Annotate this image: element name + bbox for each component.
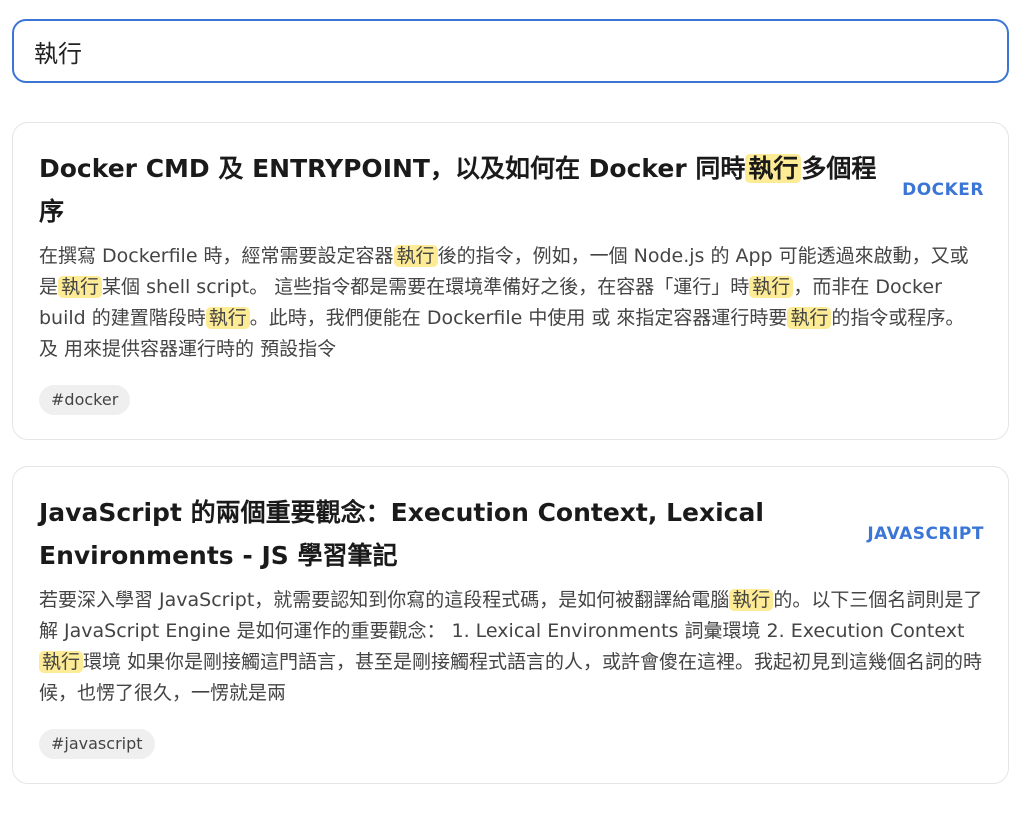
result-excerpt: 若要深入學習 JavaScript，就需要認知到你寫的這段程式碼，是如何被翻譯給…: [39, 585, 987, 709]
result-card-header: Docker CMD 及 ENTRYPOINT，以及如何在 Docker 同時執…: [39, 147, 984, 233]
text-segment: 環境 如果你是剛接觸這門語言，甚至是剛接觸程式語言的人，或許會傻在這裡。我起初見…: [39, 651, 983, 704]
search-highlight: 執行: [393, 245, 438, 267]
search-highlight: 執行: [729, 589, 774, 611]
tag-chip[interactable]: #docker: [39, 385, 131, 415]
result-card[interactable]: Docker CMD 及 ENTRYPOINT，以及如何在 Docker 同時執…: [12, 122, 1009, 440]
result-category-link[interactable]: JAVASCRIPT: [867, 524, 984, 544]
search-results-list: Docker CMD 及 ENTRYPOINT，以及如何在 Docker 同時執…: [12, 122, 1009, 784]
search-highlight: 執行: [58, 276, 103, 298]
search-highlight: 執行: [39, 651, 84, 673]
result-title[interactable]: Docker CMD 及 ENTRYPOINT，以及如何在 Docker 同時執…: [39, 147, 879, 233]
search-bar: [12, 19, 1009, 83]
result-card[interactable]: JavaScript 的兩個重要觀念：Execution Context, Le…: [12, 466, 1009, 784]
search-highlight: 執行: [749, 276, 794, 298]
text-segment: 。此時，我們便能在 Dockerfile 中使用 或 來指定容器運行時要: [249, 307, 788, 329]
tag-chip[interactable]: #javascript: [39, 729, 155, 759]
text-segment: 若要深入學習 JavaScript，就需要認知到你寫的這段程式碼，是如何被翻譯給…: [39, 589, 730, 611]
search-highlight: 執行: [787, 307, 832, 329]
result-title[interactable]: JavaScript 的兩個重要觀念：Execution Context, Le…: [39, 491, 867, 577]
result-tags: #javascript: [39, 729, 982, 759]
result-tags: #docker: [39, 385, 982, 415]
result-excerpt: 在撰寫 Dockerfile 時，經常需要設定容器 執行 後的指令，例如，一個 No…: [39, 241, 987, 365]
search-highlight: 執行: [745, 154, 802, 183]
search-input[interactable]: [12, 19, 1009, 83]
result-category-link[interactable]: DOCKER: [902, 180, 984, 200]
text-segment: 某個 shell script。 這些指令都是需要在環境準備好之後，在容器「運行…: [102, 276, 750, 298]
text-segment: JavaScript 的兩個重要觀念：Execution Context, Le…: [39, 498, 764, 570]
result-card-header: JavaScript 的兩個重要觀念：Execution Context, Le…: [39, 491, 984, 577]
text-segment: 在撰寫 Dockerfile 時，經常需要設定容器: [39, 245, 394, 267]
text-segment: Docker CMD 及 ENTRYPOINT，以及如何在 Docker 同時: [39, 154, 746, 183]
search-highlight: 執行: [205, 307, 250, 329]
